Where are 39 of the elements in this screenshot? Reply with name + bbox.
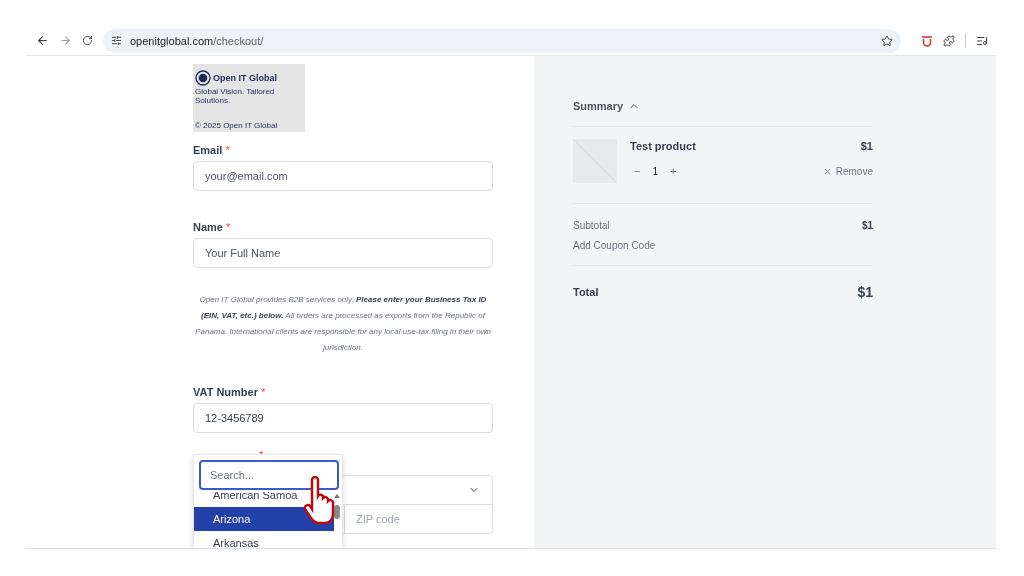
dropdown-option[interactable]: Arkansas <box>194 531 334 548</box>
input-field[interactable]: your@email.com <box>193 161 493 191</box>
summary-title: Summary <box>573 100 624 112</box>
reload-icon[interactable] <box>82 35 93 46</box>
subtotal-label: Subtotal <box>573 220 610 231</box>
tax-notice: Open IT Global provides B2B services only. Please enter your Business Tax ID (EIN, VAT, etc.) below. All orders are processed as exports from the Republic of Panama. International clients are responsible for any local use-tax filing in their own jurisdiction. <box>194 294 492 354</box>
logo-tagline: Global Vision. Tailored Solutions. <box>195 87 276 105</box>
input-field[interactable]: 12-3456789 <box>193 403 493 433</box>
puzzle-icon[interactable] <box>943 34 955 47</box>
product-price: $1 <box>860 140 873 152</box>
scrollbar-thumb[interactable] <box>334 505 340 519</box>
site-settings-icon[interactable] <box>111 35 122 46</box>
logo-copyright: © 2025 Open IT Global <box>195 121 279 130</box>
back-icon[interactable] <box>36 34 49 47</box>
search-field[interactable]: Search... <box>199 460 339 490</box>
logo-circle-icon <box>195 70 211 86</box>
input-field[interactable]: Your Full Name <box>193 238 493 268</box>
scroll-up-icon[interactable] <box>334 494 340 498</box>
product-name: Test product <box>630 140 696 152</box>
total-value: $1 <box>857 284 873 300</box>
field-label: VAT Number * <box>193 386 267 398</box>
address-bar[interactable]: openitglobal.com/checkout/ <box>103 28 901 53</box>
field-label: Name * <box>193 221 232 233</box>
decrement-button[interactable]: − <box>634 165 641 177</box>
increment-button[interactable]: + <box>670 165 677 177</box>
star-icon[interactable] <box>881 34 893 47</box>
extension-icon[interactable] <box>921 34 933 47</box>
total-label: Total <box>573 286 599 298</box>
media-icon[interactable] <box>976 34 988 47</box>
forward-icon[interactable] <box>59 34 72 47</box>
remove-button[interactable]: Remove <box>822 165 873 177</box>
field-label: Email * <box>193 144 231 156</box>
logo-name: Open IT Global <box>213 73 277 83</box>
subtotal-value: $1 <box>861 220 873 231</box>
quantity-value: 1 <box>652 165 658 177</box>
zip-field[interactable]: ZIP code <box>344 505 509 533</box>
product-image-placeholder <box>573 139 617 183</box>
close-icon <box>822 166 832 176</box>
coupon-link[interactable]: Add Coupon Code <box>573 240 656 251</box>
